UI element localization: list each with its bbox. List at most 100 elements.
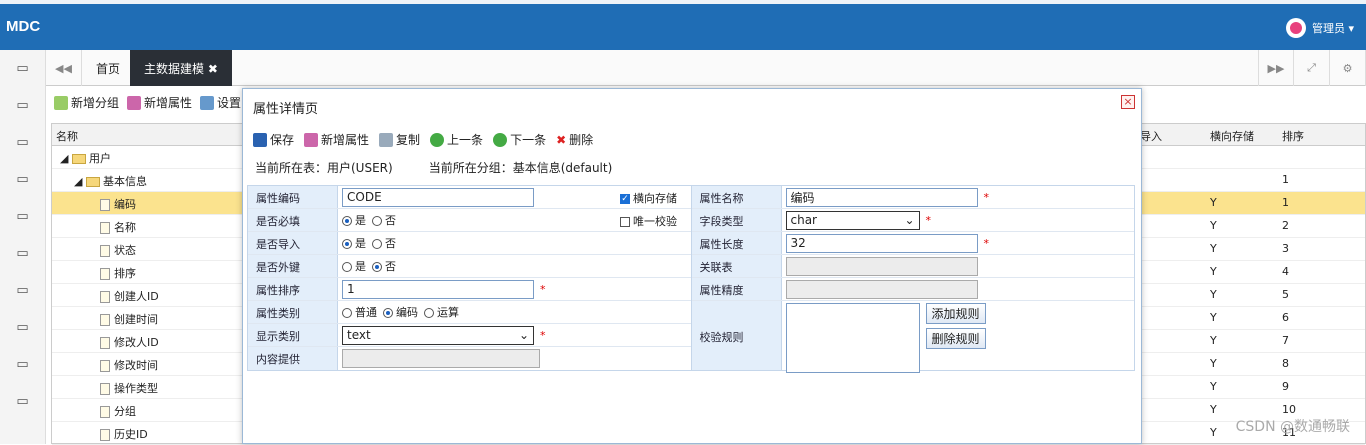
field-type-select[interactable]: char ⌄ [785,210,920,230]
sidebar-folder-icon[interactable]: ▭ [0,87,45,124]
user-menu[interactable]: 管理员 ▾ [1285,18,1354,38]
precision-label: 属性精度 [691,278,782,300]
main-toolbar: 新增分组 新增属性 设置 [54,94,241,111]
horizontal-cell: Y [1210,334,1217,347]
tree-node: ◢ 用户 [60,152,111,165]
sidebar-folder-icon[interactable]: ▭ [0,198,45,235]
name-label: 属性名称 [691,186,782,208]
tree-leaf: 分组 [100,403,136,419]
previous-button[interactable]: 上一条 [430,131,483,148]
user-name: 管理员 ▾ [1311,22,1354,35]
save-button[interactable]: 保存 [253,131,294,148]
order-cell: 9 [1282,380,1289,393]
top-bar: MDC 管理员 ▾ [0,0,1366,50]
order-cell: 7 [1282,334,1289,347]
fullscreen-icon[interactable]: ⤢ [1294,50,1330,86]
display-label: 显示类别 [248,324,338,346]
horizontal-cell: Y [1210,196,1217,209]
sidebar-folder-icon[interactable]: ▭ [0,346,45,383]
tab-scroll-right-icon[interactable]: ▶▶ [1258,50,1294,86]
tab-scroll-left-icon[interactable]: ◀◀ [46,50,82,86]
import-no-radio[interactable]: 否 [372,235,396,251]
field-type-label: 字段类型 [691,209,782,231]
delete-button[interactable]: ✖ 删除 [556,131,593,148]
horizontal-cell: Y [1210,380,1217,393]
tree-leaf: 排序 [100,265,136,281]
settings-button[interactable]: 设置 [200,94,241,111]
required-label: 是否必填 [248,209,338,231]
app-logo: MDC [6,18,41,35]
attribute-form: 属性编码 CODE ✓ 横向存储 是否必填是否唯一校验 是否导入是否 是否外键是否 属… [247,185,1135,373]
precision-input[interactable] [785,279,978,299]
length-input[interactable]: 32 [785,233,978,253]
arrow-down-icon [493,132,508,147]
sidebar-folder-icon[interactable]: ▭ [0,50,45,87]
category-calc-radio[interactable]: 运算 [424,304,459,320]
required-yes-radio[interactable]: 是 [342,212,366,228]
order-cell: 4 [1282,265,1289,278]
next-button[interactable]: 下一条 [493,131,546,148]
sidebar-folder-icon[interactable]: ▭ [0,383,45,420]
delete-rule-button[interactable]: 删除规则 [925,328,986,349]
assoc-table-label: 关联表 [691,255,782,277]
name-input[interactable]: 编码 [785,187,978,207]
order-cell: 1 [1282,196,1289,209]
order-cell: 5 [1282,288,1289,301]
delete-label: 删除 [569,133,594,147]
horizontal-storage-checkbox[interactable]: ✓ 横向存储 [620,190,677,206]
horizontal-cell: Y [1210,288,1217,301]
user-avatar-icon [1285,18,1306,38]
tab-master-data-modeling[interactable]: 主数据建模 ✖ [130,50,232,86]
close-icon[interactable]: × [1121,95,1135,109]
order-cell: 2 [1282,219,1289,232]
tab-bar: ◀◀ 首页 主数据建模 ✖ ▶▶ ⤢ ⚙ [46,50,1366,86]
category-normal-radio[interactable]: 普通 [342,304,377,320]
sidebar-folder-icon[interactable]: ▭ [0,235,45,272]
sidebar: ▭ ▭ ▭ ▭ ▭ ▭ ▭ ▭ ▭ ▭ [0,50,46,444]
gear-icon[interactable]: ⚙ [1330,50,1366,86]
dialog-title: 属性详情页 [253,102,319,117]
category-encode-radio[interactable]: 编码 [383,304,418,320]
fk-yes-radio[interactable]: 是 [342,258,366,274]
sidebar-folder-icon[interactable]: ▭ [0,309,45,346]
order-cell: 3 [1282,242,1289,255]
rules-label: 校验规则 [691,301,782,370]
unique-check-checkbox[interactable]: 唯一校验 [620,213,677,229]
sidebar-folder-icon[interactable]: ▭ [0,272,45,309]
import-yes-radio[interactable]: 是 [342,235,366,251]
required-no-radio[interactable]: 否 [372,212,396,228]
add-rule-button[interactable]: 添加规则 [925,303,986,324]
add-group-button[interactable]: 新增分组 [54,94,119,111]
sidebar-folder-icon[interactable]: ▭ [0,161,45,198]
watermark: CSDN @数通畅联 [1235,419,1350,435]
next-label: 下一条 [510,133,547,147]
tree-leaf: 历史ID [100,426,148,442]
add-attribute-button[interactable]: 新增属性 [127,94,192,111]
add-group-icon [54,95,68,110]
sidebar-folder-icon[interactable]: ▭ [0,124,45,161]
settings-icon [200,95,215,110]
fk-no-radio[interactable]: 否 [372,258,396,274]
length-label: 属性长度 [691,232,782,254]
add-attribute-button[interactable]: 新增属性 [304,131,369,148]
rules-textarea[interactable] [785,303,920,373]
display-type-select[interactable]: text ⌄ [342,325,534,345]
tree-leaf: 创建人ID [100,288,159,304]
tree-leaf: 名称 [100,219,136,235]
code-input[interactable]: CODE [342,187,534,207]
copy-icon [379,132,394,147]
tree-leaf: 修改时间 [100,357,158,373]
copy-label: 复制 [396,133,421,147]
previous-label: 上一条 [447,133,484,147]
order-input[interactable]: 1 [342,279,534,299]
arrow-up-icon [430,132,445,147]
horizontal-cell: Y [1210,219,1217,232]
assoc-table-input[interactable] [785,256,978,276]
add-group-label: 新增分组 [71,96,120,110]
content-provider-input[interactable] [342,349,540,368]
add-attribute-label: 新增属性 [321,133,370,147]
copy-button[interactable]: 复制 [379,131,420,148]
context-info: 当前所在表：用户(USER) 当前所在分组：基本信息(default) [255,159,612,176]
foreign-key-label: 是否外键 [248,255,338,277]
tab-home[interactable]: 首页 [82,50,134,86]
